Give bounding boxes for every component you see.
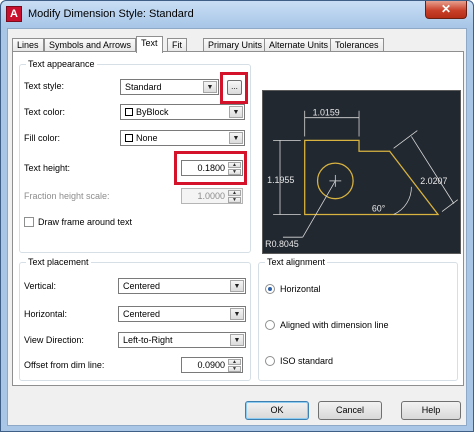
color-swatch-icon (125, 108, 133, 116)
text-placement-group: Text placement Vertical: Centered ▼ Hori… (19, 257, 251, 381)
chevron-down-icon: ▼ (229, 106, 243, 118)
preview-labels: 1.0159 1.1955 2.0207 60° R0.8045 (265, 108, 447, 249)
dialog-window: A Modify Dimension Style: Standard ✕ Lin… (0, 0, 474, 432)
tab-tolerances[interactable]: Tolerances (330, 38, 384, 52)
radio-horizontal[interactable] (265, 284, 275, 294)
preview-dim-radius: R0.8045 (265, 239, 299, 249)
fill-color-value: None (136, 133, 158, 143)
text-height-label: Text height: (24, 163, 71, 173)
text-color-content: ByBlock (125, 107, 169, 117)
preview-dim-right: 2.0207 (420, 176, 447, 186)
fill-color-label: Fill color: (24, 133, 61, 143)
vertical-label: Vertical: (24, 281, 57, 291)
dialog-client: Lines Symbols and Arrows Text Fit Primar… (7, 28, 467, 426)
text-style-label: Text style: (24, 81, 65, 91)
text-color-value: ByBlock (136, 107, 169, 117)
help-button[interactable]: Help (401, 401, 461, 420)
ok-button[interactable]: OK (245, 401, 309, 420)
fraction-height-spinner[interactable]: 1.0000 ▲ ▼ (181, 188, 243, 204)
text-alignment-group: Text alignment Horizontal Aligned with d… (258, 257, 458, 381)
offset-value: 0.0900 (197, 360, 225, 370)
preview-dim-left: 1.1955 (267, 175, 294, 185)
view-direction-dropdown[interactable]: Left-to-Right ▼ (118, 332, 246, 348)
text-style-dropdown[interactable]: Standard ▼ (120, 79, 219, 95)
spin-down-icon[interactable]: ▼ (228, 197, 241, 203)
draw-frame-label: Draw frame around text (38, 217, 133, 227)
radio-iso-standard[interactable] (265, 356, 275, 366)
horizontal-dropdown[interactable]: Centered ▼ (118, 306, 246, 322)
view-direction-label: View Direction: (24, 335, 84, 345)
text-appearance-title: Text appearance (26, 59, 97, 69)
radio-iso-label: ISO standard (280, 356, 334, 366)
chevron-down-icon: ▼ (203, 81, 217, 93)
fill-color-content: None (125, 133, 158, 143)
horizontal-label: Horizontal: (24, 309, 68, 319)
autocad-app-icon: A (6, 6, 22, 22)
spin-up-icon[interactable]: ▲ (228, 359, 241, 365)
text-style-value: Standard (125, 82, 162, 92)
view-direction-value: Left-to-Right (123, 335, 173, 345)
spin-down-icon[interactable]: ▼ (228, 366, 241, 372)
text-alignment-title: Text alignment (265, 257, 328, 267)
fraction-height-label: Fraction height scale: (24, 191, 110, 201)
offset-spinner[interactable]: 0.0900 ▲ ▼ (181, 357, 243, 373)
vertical-dropdown[interactable]: Centered ▼ (118, 278, 246, 294)
text-color-dropdown[interactable]: ByBlock ▼ (120, 104, 245, 120)
text-tab-panel: Text appearance Text style: Standard ▼ .… (12, 51, 464, 386)
highlight-box-text-style (220, 72, 248, 104)
tab-text[interactable]: Text (136, 36, 163, 53)
tab-primary-units[interactable]: Primary Units (203, 38, 268, 52)
radio-horizontal-label: Horizontal (280, 284, 321, 294)
tab-lines[interactable]: Lines (12, 38, 44, 52)
highlight-box-text-height (174, 151, 247, 185)
chevron-down-icon: ▼ (229, 132, 243, 144)
preview-dimension-lines (273, 110, 459, 238)
vertical-value: Centered (123, 281, 161, 291)
radio-aligned-label: Aligned with dimension line (280, 320, 389, 330)
preview-dim-angle: 60° (372, 204, 386, 214)
chevron-down-icon: ▼ (230, 334, 244, 346)
cancel-button[interactable]: Cancel (318, 401, 382, 420)
fill-color-dropdown[interactable]: None ▼ (120, 130, 245, 146)
dimension-preview: 1.0159 1.1955 2.0207 60° R0.8045 (262, 90, 461, 254)
tab-fit[interactable]: Fit (167, 38, 187, 52)
tab-alternate-units[interactable]: Alternate Units (264, 38, 334, 52)
offset-label: Offset from dim line: (24, 360, 105, 370)
text-appearance-group: Text appearance Text style: Standard ▼ .… (19, 59, 251, 253)
tab-symbols-and-arrows[interactable]: Symbols and Arrows (44, 38, 137, 52)
text-color-label: Text color: (24, 107, 66, 117)
chevron-down-icon: ▼ (230, 280, 244, 292)
fraction-height-value: 1.0000 (197, 191, 225, 201)
title-bar[interactable]: A Modify Dimension Style: Standard ✕ (1, 1, 473, 27)
close-button[interactable]: ✕ (425, 1, 467, 19)
text-placement-title: Text placement (26, 257, 91, 267)
spin-up-icon[interactable]: ▲ (228, 190, 241, 196)
color-swatch-icon (125, 134, 133, 142)
radio-aligned-with-dimension-line[interactable] (265, 320, 275, 330)
chevron-down-icon: ▼ (230, 308, 244, 320)
draw-frame-checkbox[interactable] (24, 217, 34, 227)
window-title: Modify Dimension Style: Standard (28, 8, 194, 20)
horizontal-value: Centered (123, 309, 161, 319)
preview-dim-top: 1.0159 (313, 108, 340, 118)
